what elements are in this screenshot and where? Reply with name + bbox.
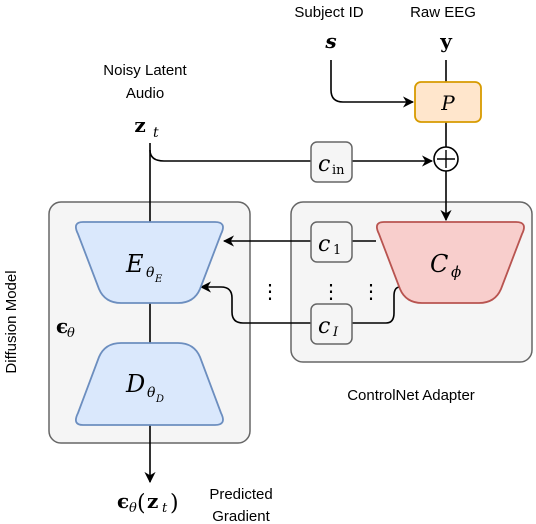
svg-text:C: C	[430, 250, 448, 278]
noisy-latent-label-line1: Noisy Latent	[103, 62, 187, 79]
svg-text:z: z	[147, 489, 158, 513]
svg-text:c: c	[318, 152, 330, 177]
controlnet-adapter-label: ControlNet Adapter	[347, 387, 475, 404]
diffusion-model-label: Diffusion Model	[3, 270, 20, 373]
svg-text:t: t	[162, 501, 168, 516]
cI-block: c I	[310, 303, 353, 345]
c-in-block: c in	[310, 141, 353, 183]
svg-text:): )	[170, 491, 179, 516]
svg-text:θ: θ	[67, 326, 75, 341]
svg-text:I: I	[332, 325, 339, 340]
raw-eeg-label: Raw EEG	[410, 4, 476, 21]
ellipsis-c-blocks: ⋮	[321, 281, 341, 303]
svg-text:(: (	[137, 491, 146, 516]
latent-symbol: z t	[134, 113, 159, 141]
svg-text:θ: θ	[146, 265, 155, 281]
svg-text:E: E	[154, 274, 163, 285]
c1-block: c 1	[310, 221, 353, 263]
svg-text:c: c	[318, 314, 330, 339]
predicted-gradient-label-line1: Predicted	[209, 486, 272, 503]
svg-text:D: D	[155, 394, 164, 405]
svg-text:c: c	[318, 232, 330, 257]
ellipsis-between-containers: ⋮	[260, 281, 280, 303]
svg-text:1: 1	[333, 243, 341, 258]
subject-to-projector-arrow	[330, 60, 415, 108]
eeg-symbol: y	[439, 29, 453, 53]
svg-text:ϕ: ϕ	[451, 263, 461, 281]
output-expression: ϵ θ ( z t )	[117, 489, 179, 516]
subject-id-label: Subject ID	[294, 4, 363, 21]
svg-text:θ: θ	[129, 501, 137, 516]
predicted-gradient-label-line2: Gradient	[212, 508, 270, 524]
subject-symbol: s	[324, 29, 336, 53]
ellipsis-controlnet: ⋮	[361, 281, 381, 303]
sum-node	[433, 146, 459, 172]
projector-block: P	[414, 81, 482, 123]
diagram-canvas: Subject ID Raw EEG s y Noisy Latent Audi…	[3, 4, 533, 524]
latent-to-cin-line	[149, 149, 311, 162]
svg-text:z: z	[134, 113, 145, 137]
noisy-latent-label-line2: Audio	[126, 85, 164, 102]
svg-text:E: E	[125, 250, 144, 278]
svg-text:P: P	[440, 91, 455, 115]
svg-text:in: in	[332, 163, 345, 178]
svg-text:ϵ: ϵ	[117, 489, 129, 513]
svg-text:D: D	[125, 370, 145, 398]
svg-text:θ: θ	[147, 385, 156, 401]
svg-text:t: t	[153, 125, 159, 141]
